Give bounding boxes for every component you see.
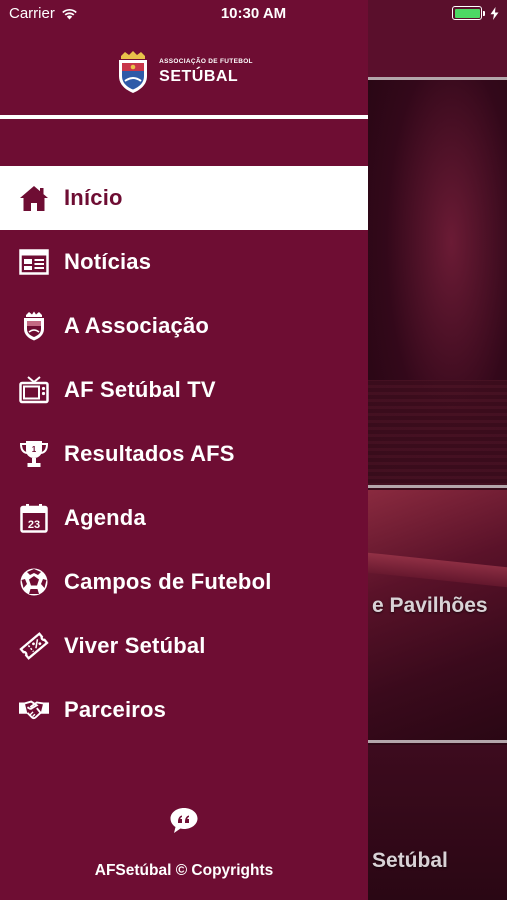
soccer-ball-icon <box>19 567 49 597</box>
crest-icon <box>19 311 49 341</box>
quote-bubble-icon[interactable] <box>169 805 199 835</box>
handshake-icon <box>19 695 49 725</box>
divider <box>368 485 507 488</box>
ticket-icon <box>19 631 49 661</box>
banner-pavilhoes[interactable]: e Pavilhões <box>368 490 507 740</box>
menu-item-label: Parceiros <box>64 697 167 722</box>
menu-item-resultados[interactable]: 1 Resultados AFS <box>0 422 368 486</box>
svg-text:1: 1 <box>32 445 37 454</box>
home-icon <box>19 183 49 213</box>
menu-item-campos[interactable]: Campos de Futebol <box>0 550 368 614</box>
menu-item-label: Notícias <box>64 249 152 274</box>
banner-label-pavilhoes: e Pavilhões <box>372 594 488 617</box>
calendar-day: 23 <box>28 519 40 531</box>
clock: 10:30 AM <box>220 5 287 22</box>
calendar-icon: 23 <box>19 503 49 533</box>
menu-item-label: AF Setúbal TV <box>64 377 216 402</box>
tv-icon <box>19 375 49 405</box>
menu-item-label: A Associação <box>64 313 210 338</box>
menu-item-label: Início <box>64 185 123 210</box>
newspaper-icon <box>19 247 49 277</box>
copyright-text: AFSetúbal © Copyrights <box>94 862 274 879</box>
divider <box>368 740 507 743</box>
menu-item-viver[interactable]: Viver Setúbal <box>0 614 368 678</box>
menu-item-inicio[interactable]: Início <box>0 166 368 230</box>
main-content: e Pavilhões Setúbal <box>368 0 507 900</box>
banner-label-setubal: Setúbal <box>372 849 448 872</box>
header-divider <box>0 115 368 119</box>
menu-item-agenda[interactable]: 23 Agenda <box>0 486 368 550</box>
menu-item-label: Viver Setúbal <box>64 633 206 658</box>
menu-item-parceiros[interactable]: Parceiros <box>0 678 368 742</box>
logo-subtitle: ASSOCIAÇÃO DE FUTEBOL <box>159 58 253 66</box>
side-menu: ASSOCIAÇÃO DE FUTEBOL SETÚBAL Início Not… <box>0 0 368 900</box>
logo-title: SETÚBAL <box>159 67 239 85</box>
status-bar: Carrier 10:30 AM <box>0 0 507 28</box>
logo[interactable]: ASSOCIAÇÃO DE FUTEBOL SETÚBAL <box>0 50 368 94</box>
menu-item-label: Resultados AFS <box>64 441 235 466</box>
menu-item-label: Agenda <box>64 505 146 530</box>
menu-item-noticias[interactable]: Notícias <box>0 230 368 294</box>
trophy-icon: 1 <box>19 439 49 469</box>
menu-item-associacao[interactable]: A Associação <box>0 294 368 358</box>
menu-item-label: Campos de Futebol <box>64 569 272 594</box>
battery-icon <box>452 6 485 20</box>
menu-item-tv[interactable]: AF Setúbal TV <box>0 358 368 422</box>
menu-list: Início Notícias A Associação AF Setúbal … <box>0 166 368 742</box>
banner-setubal[interactable]: Setúbal <box>368 745 507 900</box>
crest-logo-icon <box>119 51 148 93</box>
charging-bolt-icon <box>490 6 499 20</box>
banner-stadium[interactable] <box>368 80 507 560</box>
